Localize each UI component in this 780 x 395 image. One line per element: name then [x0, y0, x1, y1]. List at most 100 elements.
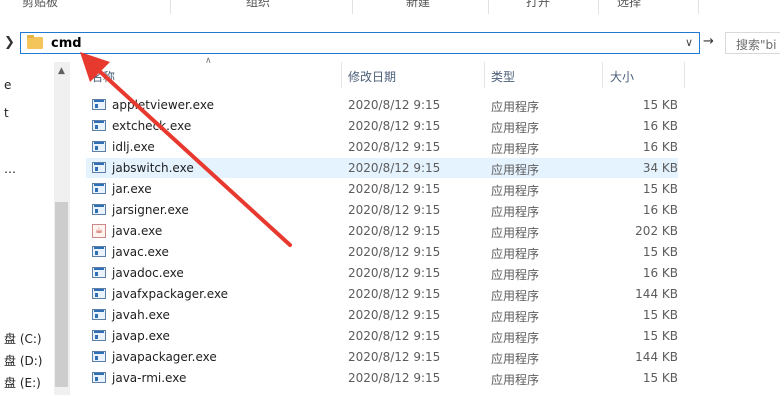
file-row[interactable]: ☕ java.exe 2020/8/12 9:15 应用程序 202 KB [86, 221, 678, 241]
ribbon-divider [488, 0, 489, 14]
column-header-date[interactable]: 修改日期 [348, 68, 396, 85]
file-type: 应用程序 [491, 247, 540, 261]
file-date: 2020/8/12 9:15 [348, 203, 441, 217]
sort-ascending-icon: ∧ [205, 56, 212, 66]
go-arrow-icon[interactable]: → [703, 34, 714, 49]
file-date: 2020/8/12 9:15 [348, 224, 441, 238]
navigation-pane: e t … 盘 (C:) 盘 (D:) 盘 (E:) ▲ [0, 62, 70, 395]
ribbon-divider [170, 0, 171, 14]
application-icon [92, 351, 106, 362]
file-row[interactable]: java-rmi.exe 2020/8/12 9:15 应用程序 15 KB [86, 368, 678, 388]
application-icon [92, 120, 106, 131]
file-row[interactable]: javap.exe 2020/8/12 9:15 应用程序 15 KB [86, 326, 678, 346]
file-row[interactable]: javah.exe 2020/8/12 9:15 应用程序 15 KB [86, 305, 678, 325]
file-type: 应用程序 [491, 268, 540, 282]
file-row[interactable]: jarsigner.exe 2020/8/12 9:15 应用程序 16 KB [86, 200, 678, 220]
file-date: 2020/8/12 9:15 [348, 98, 441, 112]
file-type: 应用程序 [491, 331, 540, 345]
file-date: 2020/8/12 9:15 [348, 266, 441, 280]
ribbon: 剪贴板 组织 新建 打开 选择 [0, 0, 780, 26]
file-size: 15 KB [642, 98, 678, 112]
chevron-down-icon[interactable]: ∨ [685, 36, 693, 49]
column-header-name[interactable]: 名称 [91, 68, 115, 85]
application-icon [92, 99, 106, 110]
search-input[interactable]: 搜索"bi [725, 32, 780, 54]
file-date: 2020/8/12 9:15 [348, 140, 441, 154]
file-size: 16 KB [642, 119, 678, 133]
file-name: extcheck.exe [112, 119, 192, 133]
path-separator-icon[interactable]: ❯ [4, 35, 15, 50]
nav-item[interactable]: e [4, 78, 11, 92]
file-date: 2020/8/12 9:15 [348, 182, 441, 196]
file-name: jar.exe [112, 182, 152, 196]
application-icon [92, 141, 106, 152]
application-icon [92, 246, 106, 257]
nav-item-drive-c[interactable]: 盘 (C:) [4, 330, 42, 347]
file-size: 202 KB [635, 224, 678, 238]
ribbon-group-open: 打开 [526, 0, 551, 9]
file-type: 应用程序 [491, 121, 540, 135]
column-divider[interactable] [341, 62, 342, 88]
address-input[interactable]: cmd [51, 36, 82, 51]
file-size: 15 KB [642, 371, 678, 385]
file-size: 16 KB [642, 203, 678, 217]
file-date: 2020/8/12 9:15 [348, 371, 441, 385]
file-date: 2020/8/12 9:15 [348, 287, 441, 301]
file-date: 2020/8/12 9:15 [348, 161, 441, 175]
ribbon-group-clipboard: 剪贴板 [22, 0, 59, 9]
file-row[interactable]: javafxpackager.exe 2020/8/12 9:15 应用程序 1… [86, 284, 678, 304]
file-row[interactable]: jar.exe 2020/8/12 9:15 应用程序 15 KB [86, 179, 678, 199]
file-size: 15 KB [642, 308, 678, 322]
file-size: 34 KB [642, 161, 678, 175]
application-icon [92, 309, 106, 320]
file-type: 应用程序 [491, 352, 540, 366]
file-row[interactable]: javadoc.exe 2020/8/12 9:15 应用程序 16 KB [86, 263, 678, 283]
column-divider[interactable] [484, 62, 485, 88]
column-header-size[interactable]: 大小 [610, 68, 634, 85]
application-icon [92, 372, 106, 383]
java-icon: ☕ [92, 224, 106, 238]
file-type: 应用程序 [491, 142, 540, 156]
column-divider[interactable] [684, 62, 685, 88]
application-icon [92, 162, 106, 173]
file-row[interactable]: extcheck.exe 2020/8/12 9:15 应用程序 16 KB [86, 116, 678, 136]
file-name: javac.exe [112, 245, 169, 259]
search-placeholder: 搜索"bi [736, 38, 777, 52]
address-bar[interactable]: cmd ∨ [20, 32, 700, 54]
file-type: 应用程序 [491, 289, 540, 303]
file-name: java.exe [112, 224, 163, 238]
nav-item-drive-d[interactable]: 盘 (D:) [4, 352, 42, 369]
file-size: 16 KB [642, 140, 678, 154]
file-type: 应用程序 [491, 373, 540, 387]
nav-item[interactable]: t [4, 106, 9, 120]
column-divider[interactable] [602, 62, 603, 88]
application-icon [92, 330, 106, 341]
ribbon-group-organize: 组织 [246, 0, 271, 9]
application-icon [92, 204, 106, 215]
file-name: javapackager.exe [112, 350, 217, 364]
application-icon [92, 183, 106, 194]
file-name: jabswitch.exe [112, 161, 194, 175]
nav-scroll-thumb[interactable] [55, 202, 68, 387]
file-type: 应用程序 [491, 184, 540, 198]
file-row-selected[interactable]: jabswitch.exe 2020/8/12 9:15 应用程序 34 KB [86, 158, 678, 178]
file-name: jarsigner.exe [112, 203, 189, 217]
column-header-type[interactable]: 类型 [491, 68, 515, 85]
scroll-up-icon[interactable]: ▲ [58, 66, 65, 76]
file-size: 144 KB [635, 350, 678, 364]
ribbon-divider [352, 0, 353, 14]
nav-item[interactable]: … [4, 162, 16, 176]
file-size: 15 KB [642, 329, 678, 343]
file-row[interactable]: javac.exe 2020/8/12 9:15 应用程序 15 KB [86, 242, 678, 262]
file-name: javap.exe [112, 329, 170, 343]
file-name: javah.exe [112, 308, 170, 322]
folder-icon [27, 35, 43, 49]
file-date: 2020/8/12 9:15 [348, 245, 441, 259]
ribbon-divider [698, 0, 699, 14]
file-type: 应用程序 [491, 100, 540, 114]
file-row[interactable]: javapackager.exe 2020/8/12 9:15 应用程序 144… [86, 347, 678, 367]
file-row[interactable]: idlj.exe 2020/8/12 9:15 应用程序 16 KB [86, 137, 678, 157]
file-row[interactable]: appletviewer.exe 2020/8/12 9:15 应用程序 15 … [86, 95, 678, 115]
nav-item-drive-e[interactable]: 盘 (E:) [4, 374, 41, 391]
file-type: 应用程序 [491, 205, 540, 219]
